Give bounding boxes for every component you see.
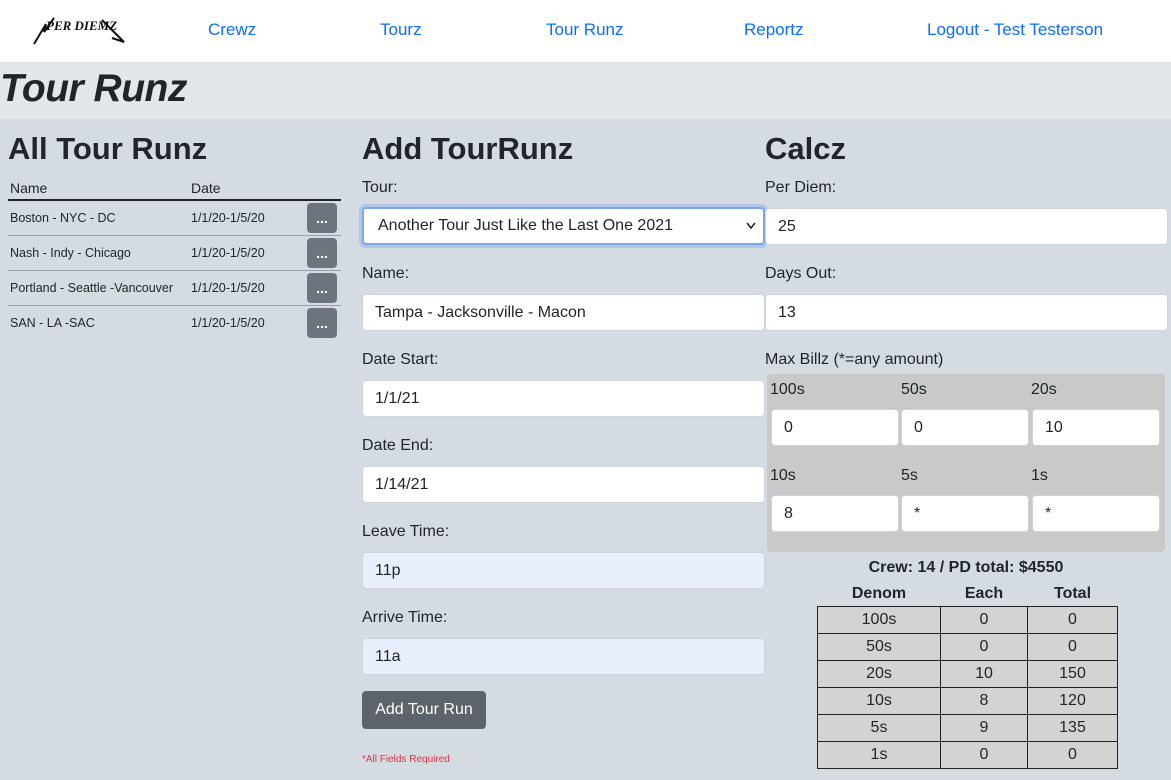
denom-cell: 50s	[817, 632, 941, 661]
denom-cell: 100s	[817, 605, 941, 634]
each-cell: 0	[940, 632, 1028, 661]
bill-100s-input[interactable]: 0	[771, 409, 899, 446]
tour-select-value: Another Tour Just Like the Last One 2021	[378, 217, 674, 234]
bill-100s-label: 100s	[770, 381, 805, 398]
column-header-total: Total	[1053, 585, 1092, 603]
add-tourrunz-heading: Add TourRunz	[362, 131, 574, 166]
leave-time-label: Leave Time:	[362, 523, 450, 540]
max-billz-panel: 100s 50s 20s 0 0 10 10s 5s 1s 8 * *	[767, 374, 1165, 552]
tour-run-name: Boston - NYC - DC	[10, 211, 116, 225]
calcz-heading: Calcz	[765, 131, 846, 166]
each-cell: 0	[940, 740, 1028, 769]
each-cell: 9	[940, 713, 1028, 742]
max-billz-label: Max Billz (*=any amount)	[765, 351, 944, 368]
column-header-date: Date	[191, 180, 221, 196]
denom-cell: 1s	[817, 740, 941, 769]
tour-label: Tour:	[362, 179, 398, 196]
nav-crewz[interactable]: Crewz	[208, 20, 256, 40]
logo-text: PER DIEMZ	[46, 18, 117, 33]
bill-10s-input[interactable]: 8	[771, 495, 899, 532]
total-cell: 0	[1027, 632, 1118, 661]
name-label: Name:	[362, 265, 410, 282]
bill-20s-input[interactable]: 10	[1032, 409, 1160, 446]
row-options-button[interactable]: ...	[307, 308, 337, 338]
tour-run-row: Nash - Indy - Chicago 1/1/20-1/5/20 ...	[8, 236, 341, 271]
total-cell: 0	[1027, 740, 1118, 769]
row-options-button[interactable]: ...	[307, 238, 337, 268]
arrive-time-input[interactable]: 11a	[362, 638, 765, 675]
tour-select[interactable]: Another Tour Just Like the Last One 2021	[362, 207, 765, 245]
table-row: 20s 10 150	[817, 659, 1118, 688]
nav-reportz[interactable]: Reportz	[744, 20, 804, 40]
table-row: 50s 0 0	[817, 632, 1118, 661]
bill-5s-input[interactable]: *	[901, 495, 1029, 532]
tour-run-row: Portland - Seattle -Vancouver 1/1/20-1/5…	[8, 271, 341, 306]
bill-50s-label: 50s	[901, 381, 927, 398]
table-row: 10s 8 120	[817, 686, 1118, 715]
each-cell: 10	[940, 659, 1028, 688]
total-cell: 0	[1027, 605, 1118, 634]
required-fields-note: *All Fields Required	[362, 754, 450, 765]
page-title-bar: Tour Runz	[0, 62, 1171, 119]
tour-run-row: Boston - NYC - DC 1/1/20-1/5/20 ...	[8, 201, 341, 236]
page-title: Tour Runz	[0, 67, 187, 110]
date-start-label: Date Start:	[362, 351, 439, 368]
row-options-button[interactable]: ...	[307, 273, 337, 303]
column-header-each: Each	[964, 585, 1004, 603]
nav-tourz[interactable]: Tourz	[380, 20, 422, 40]
denomination-table: Denom Each Total 100s 0 0 50s 0 0 20s 10…	[817, 583, 1118, 769]
arrive-time-label: Arrive Time:	[362, 609, 448, 626]
bill-1s-input[interactable]: *	[1032, 495, 1160, 532]
leave-time-input[interactable]: 11p	[362, 552, 765, 589]
top-navbar: PER DIEMZ Crewz Tourz Tour Runz Reportz …	[0, 0, 1171, 62]
bill-5s-label: 5s	[901, 467, 918, 484]
name-input[interactable]: Tampa - Jacksonville - Macon	[362, 294, 765, 331]
bill-10s-label: 10s	[770, 467, 796, 484]
each-cell: 8	[940, 686, 1028, 715]
crew-summary: Crew: 14 / PD total: $4550	[868, 559, 1064, 576]
days-out-input[interactable]: 13	[765, 294, 1168, 331]
bill-1s-label: 1s	[1031, 467, 1048, 484]
table-row: 100s 0 0	[817, 605, 1118, 634]
column-header-denom: Denom	[851, 585, 907, 603]
add-tour-run-button[interactable]: Add Tour Run	[362, 691, 486, 729]
column-header-name: Name	[10, 180, 48, 196]
days-out-label: Days Out:	[765, 265, 837, 282]
per-diem-label: Per Diem:	[765, 179, 837, 196]
tour-run-date: 1/1/20-1/5/20	[191, 281, 265, 295]
tour-run-row: SAN - LA -SAC 1/1/20-1/5/20 ...	[8, 306, 341, 341]
total-cell: 150	[1027, 659, 1118, 688]
table-row: 5s 9 135	[817, 713, 1118, 742]
bill-50s-input[interactable]: 0	[901, 409, 1029, 446]
tour-run-name: SAN - LA -SAC	[10, 316, 95, 330]
denom-cell: 10s	[817, 686, 941, 715]
nav-tour-runz[interactable]: Tour Runz	[546, 20, 623, 40]
nav-logout[interactable]: Logout - Test Testerson	[927, 20, 1103, 40]
denom-cell: 20s	[817, 659, 941, 688]
chevron-down-icon	[745, 209, 757, 256]
tour-run-date: 1/1/20-1/5/20	[191, 316, 265, 330]
date-end-input[interactable]: 1/14/21	[362, 466, 765, 503]
total-cell: 135	[1027, 713, 1118, 742]
bill-20s-label: 20s	[1031, 381, 1057, 398]
per-diemz-logo[interactable]: PER DIEMZ	[32, 14, 128, 46]
denom-cell: 5s	[817, 713, 941, 742]
tour-run-name: Nash - Indy - Chicago	[10, 246, 131, 260]
per-diem-input[interactable]: 25	[765, 208, 1168, 245]
row-options-button[interactable]: ...	[307, 203, 337, 233]
tour-run-date: 1/1/20-1/5/20	[191, 246, 265, 260]
tour-run-date: 1/1/20-1/5/20	[191, 211, 265, 225]
total-cell: 120	[1027, 686, 1118, 715]
tour-run-name: Portland - Seattle -Vancouver	[10, 281, 174, 295]
each-cell: 0	[940, 605, 1028, 634]
date-start-input[interactable]: 1/1/21	[362, 380, 765, 417]
table-row: 1s 0 0	[817, 740, 1118, 769]
date-end-label: Date End:	[362, 437, 434, 454]
all-tour-runz-heading: All Tour Runz	[8, 131, 208, 166]
